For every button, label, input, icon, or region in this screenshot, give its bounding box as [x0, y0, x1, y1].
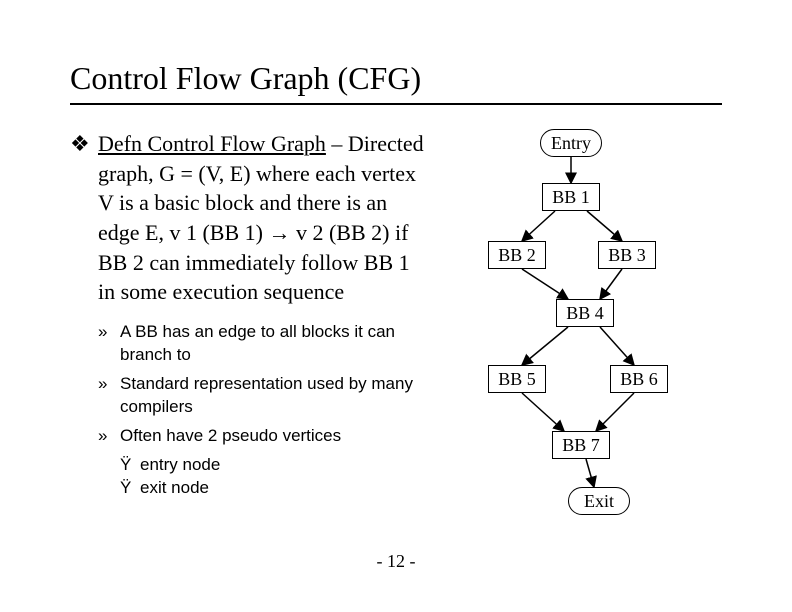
dot-icon: Ÿ — [120, 454, 140, 477]
sub-bullet-text: Often have 2 pseudo vertices — [120, 425, 341, 448]
defn-label: Defn Control Flow Graph — [98, 131, 326, 156]
node-bb5: BB 5 — [488, 365, 546, 393]
subsub-text: exit node — [140, 477, 209, 500]
main-bullet: ❖ Defn Control Flow Graph – Directed gra… — [70, 129, 430, 307]
subsub-item: Ÿ entry node — [120, 454, 430, 477]
page-number: - 12 - — [0, 551, 792, 572]
sub-bullet-text: Standard representation used by many com… — [120, 373, 430, 419]
subsub-text: entry node — [140, 454, 220, 477]
node-bb1: BB 1 — [542, 183, 600, 211]
node-bb3: BB 3 — [598, 241, 656, 269]
slide-title: Control Flow Graph (CFG) — [70, 60, 722, 105]
sub-bullet-list: » A BB has an edge to all blocks it can … — [98, 321, 430, 500]
cfg-diagram: Entry BB 1 BB 2 BB 3 BB 4 BB 5 BB 6 BB 7… — [440, 129, 700, 549]
raquo-icon: » — [98, 373, 120, 419]
sub-bullet-text: A BB has an edge to all blocks it can br… — [120, 321, 430, 367]
subsub-list: Ÿ entry node Ÿ exit node — [120, 454, 430, 500]
node-bb2: BB 2 — [488, 241, 546, 269]
node-bb7: BB 7 — [552, 431, 610, 459]
slide: Control Flow Graph (CFG) ❖ Defn Control … — [70, 60, 722, 549]
defn-body: – Directed graph, G = (V, E) where each … — [98, 131, 424, 304]
dot-icon: Ÿ — [120, 477, 140, 500]
sub-bullet: » A BB has an edge to all blocks it can … — [98, 321, 430, 367]
raquo-icon: » — [98, 425, 120, 448]
raquo-icon: » — [98, 321, 120, 367]
node-entry: Entry — [540, 129, 602, 157]
bullet-diamond-icon: ❖ — [70, 129, 98, 307]
node-exit: Exit — [568, 487, 630, 515]
node-bb6: BB 6 — [610, 365, 668, 393]
sub-bullet: » Often have 2 pseudo vertices — [98, 425, 430, 448]
main-bullet-text: Defn Control Flow Graph – Directed graph… — [98, 129, 430, 307]
node-bb4: BB 4 — [556, 299, 614, 327]
subsub-item: Ÿ exit node — [120, 477, 430, 500]
slide-body: ❖ Defn Control Flow Graph – Directed gra… — [70, 129, 722, 549]
text-column: ❖ Defn Control Flow Graph – Directed gra… — [70, 129, 440, 506]
sub-bullet: » Standard representation used by many c… — [98, 373, 430, 419]
